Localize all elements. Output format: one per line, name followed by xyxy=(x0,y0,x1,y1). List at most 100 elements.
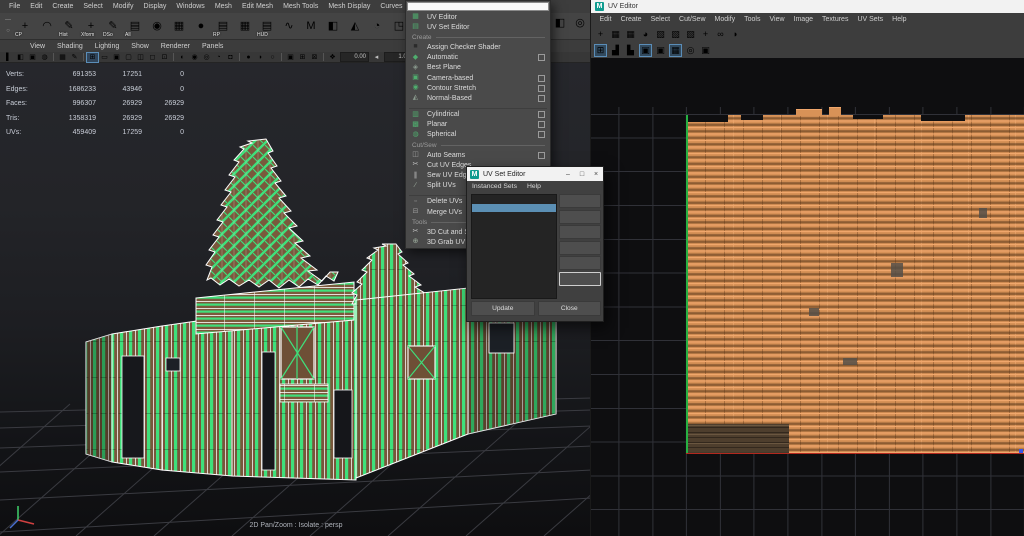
uv-toolbar-icon[interactable]: ▧ xyxy=(669,28,682,41)
uv-menu-item[interactable]: Cut/Sew xyxy=(406,140,550,150)
uv-set-list-item[interactable] xyxy=(472,195,556,204)
option-box-icon[interactable] xyxy=(538,54,545,62)
option-box-icon[interactable] xyxy=(538,111,545,119)
viewport-toolbar-icon[interactable]: ◎ xyxy=(201,53,212,62)
menu-item[interactable]: Mesh xyxy=(210,3,237,10)
uv-editor-menu-item[interactable]: Create xyxy=(616,16,646,23)
dialog-button[interactable] xyxy=(559,240,601,255)
menu-item[interactable]: Display xyxy=(138,3,171,10)
viewport-toolbar-icon[interactable]: ▣ xyxy=(285,53,296,62)
uv-menu-item[interactable]: ◆ Automatic xyxy=(406,53,550,63)
menu-item[interactable]: Edit xyxy=(25,3,47,10)
viewport-toolbar-icon[interactable]: ▣ xyxy=(111,53,122,62)
viewport-toolbar-icon[interactable]: ◉ xyxy=(189,53,200,62)
uv-editor-menu-item[interactable]: View xyxy=(765,16,789,23)
viewport-toolbar-icon[interactable]: ◘ xyxy=(225,53,236,62)
shelf-icon[interactable]: ✎ Hist xyxy=(58,15,80,38)
minimize-icon[interactable]: – xyxy=(561,171,575,178)
shelf-icon[interactable]: ▦ xyxy=(234,15,256,38)
uv-display-toggle-icon[interactable]: ▦ xyxy=(669,43,682,57)
viewport-toolbar-icon[interactable]: ❖ xyxy=(327,53,338,62)
shelf-icon[interactable]: ◠ xyxy=(36,15,58,38)
shelf-icon[interactable]: M xyxy=(300,15,322,38)
uv-toolbar-icon[interactable]: ◕ xyxy=(639,28,652,41)
panel-menu-item[interactable]: Shading xyxy=(51,43,89,50)
uv-menu-item[interactable]: ▣ Camera-based xyxy=(406,73,550,83)
uv-editor-menu-item[interactable]: Edit xyxy=(595,16,616,23)
dialog-menu-item[interactable]: Instanced Sets xyxy=(472,183,517,190)
uv-editor-menu-item[interactable]: Help xyxy=(888,16,911,23)
viewport-toolbar-icon[interactable]: ● xyxy=(243,53,254,62)
viewport-toolbar-icon[interactable]: ▭ xyxy=(99,53,110,62)
uv-display-toggle-icon[interactable]: ◎ xyxy=(684,44,697,57)
viewport-toolbar-icon[interactable]: ◫ xyxy=(135,53,146,62)
menu-item[interactable]: Curves xyxy=(375,3,407,10)
uv-editor-menu-item[interactable]: Textures xyxy=(818,16,853,23)
uv-toolbar-icon[interactable]: ▧ xyxy=(684,28,697,41)
viewport-toolbar-icon[interactable]: ⊞ xyxy=(86,51,99,63)
viewport-toolbar-icon[interactable]: ▦ xyxy=(57,53,68,62)
shelf-icon[interactable]: ◔ xyxy=(366,15,388,38)
dialog-footer-button[interactable]: Close xyxy=(537,301,601,316)
shelf-icon[interactable]: ◎ xyxy=(572,15,588,31)
uv-toolbar-icon[interactable]: + xyxy=(699,28,712,41)
shelf-icon[interactable]: + Xform xyxy=(80,15,102,38)
shelf-icon[interactable]: ▤ RP xyxy=(212,15,234,38)
shelf-icon[interactable]: ▤ All xyxy=(124,15,146,38)
dialog-button[interactable] xyxy=(559,209,601,224)
dialog-button[interactable] xyxy=(559,194,601,208)
zoom-reset-icon[interactable]: ◂ xyxy=(371,53,382,62)
uv-menu-item[interactable]: ◈ Best Plane xyxy=(406,63,550,73)
shelf-icon[interactable]: ∿ xyxy=(278,15,300,38)
uv-editor-menu-item[interactable]: Tools xyxy=(740,16,765,23)
uv-menu-item[interactable]: ▩ Planar xyxy=(406,120,550,130)
close-icon[interactable]: × xyxy=(589,171,603,178)
dialog-titlebar[interactable]: M UV Set Editor – □ × xyxy=(467,167,603,181)
viewport-toolbar-icon[interactable]: ⊞ xyxy=(297,53,308,62)
uv-menu-item[interactable]: ▤ UV Set Editor xyxy=(406,22,550,32)
uv-display-toggle-icon[interactable]: ▣ xyxy=(654,44,667,57)
uv-menu-item[interactable]: ▦ UV Editor xyxy=(406,12,550,22)
uv-toolbar-icon[interactable]: ▦ xyxy=(609,28,622,41)
uv-menu-item[interactable]: ■ Assign Checker Shader xyxy=(406,42,550,52)
viewport-toolbar-icon[interactable]: ▣ xyxy=(27,53,38,62)
uv-editor-menu-item[interactable]: Image xyxy=(789,16,817,23)
viewport-toolbar-icon[interactable]: ✎ xyxy=(69,53,80,62)
viewport-toolbar-icon[interactable] xyxy=(281,53,282,61)
uv-editor-menu-item[interactable]: Cut/Sew xyxy=(675,16,710,23)
option-box-icon[interactable] xyxy=(538,94,545,102)
uv-editor-menu-item[interactable]: Modify xyxy=(710,16,740,23)
viewport-toolbar-icon[interactable] xyxy=(173,53,174,61)
option-box-icon[interactable] xyxy=(538,74,545,82)
dialog-footer-button[interactable]: Update xyxy=(471,301,535,316)
shelf-icon[interactable]: ● xyxy=(190,15,212,38)
viewport-toolbar-icon[interactable]: ◐ xyxy=(177,53,188,62)
viewport-toolbar-icon[interactable] xyxy=(323,53,324,61)
maximize-icon[interactable]: □ xyxy=(575,171,589,178)
viewport-toolbar-icon[interactable]: ◧ xyxy=(15,53,26,62)
pan-value-field[interactable]: 0.00 xyxy=(340,52,369,62)
viewport-toolbar-icon[interactable]: ○ xyxy=(267,53,278,62)
viewport-toolbar-icon[interactable]: ◗ xyxy=(255,53,266,62)
viewport-toolbar-icon[interactable] xyxy=(83,53,84,61)
menu-item[interactable]: Mesh Display xyxy=(323,3,375,10)
viewport-toolbar-icon[interactable]: ◔ xyxy=(213,53,224,62)
uv-toolbar-icon[interactable]: ∞ xyxy=(714,28,727,41)
uv-display-toggle-icon[interactable]: ⊞ xyxy=(594,43,607,57)
shelf-icon[interactable]: ◧ xyxy=(322,15,344,38)
menu-item[interactable]: Edit Mesh xyxy=(237,3,278,10)
uv-menu-item[interactable]: ◭ Normal-Based xyxy=(406,93,550,103)
viewport-toolbar-icon[interactable]: ▌ xyxy=(3,53,14,62)
menu-item[interactable]: Modify xyxy=(108,3,139,10)
viewport-toolbar-icon[interactable]: ◻ xyxy=(147,53,158,62)
uv-menu-item[interactable]: Create xyxy=(406,32,550,42)
viewport-toolbar-icon[interactable]: ◍ xyxy=(39,53,50,62)
uv-toolbar-icon[interactable]: ◗ xyxy=(729,28,742,41)
uv-menu-item[interactable]: ◉ Contour Stretch xyxy=(406,83,550,93)
viewport-toolbar-icon[interactable]: ⊠ xyxy=(309,53,320,62)
uv-menu-item[interactable]: ▥ Cylindrical xyxy=(406,110,550,120)
menu-item[interactable]: Select xyxy=(78,3,107,10)
uv-toolbar-icon[interactable]: ▧ xyxy=(654,28,667,41)
uv-shell-texture[interactable] xyxy=(686,115,1024,453)
uv-editor-titlebar[interactable]: M UV Editor xyxy=(591,0,1024,13)
